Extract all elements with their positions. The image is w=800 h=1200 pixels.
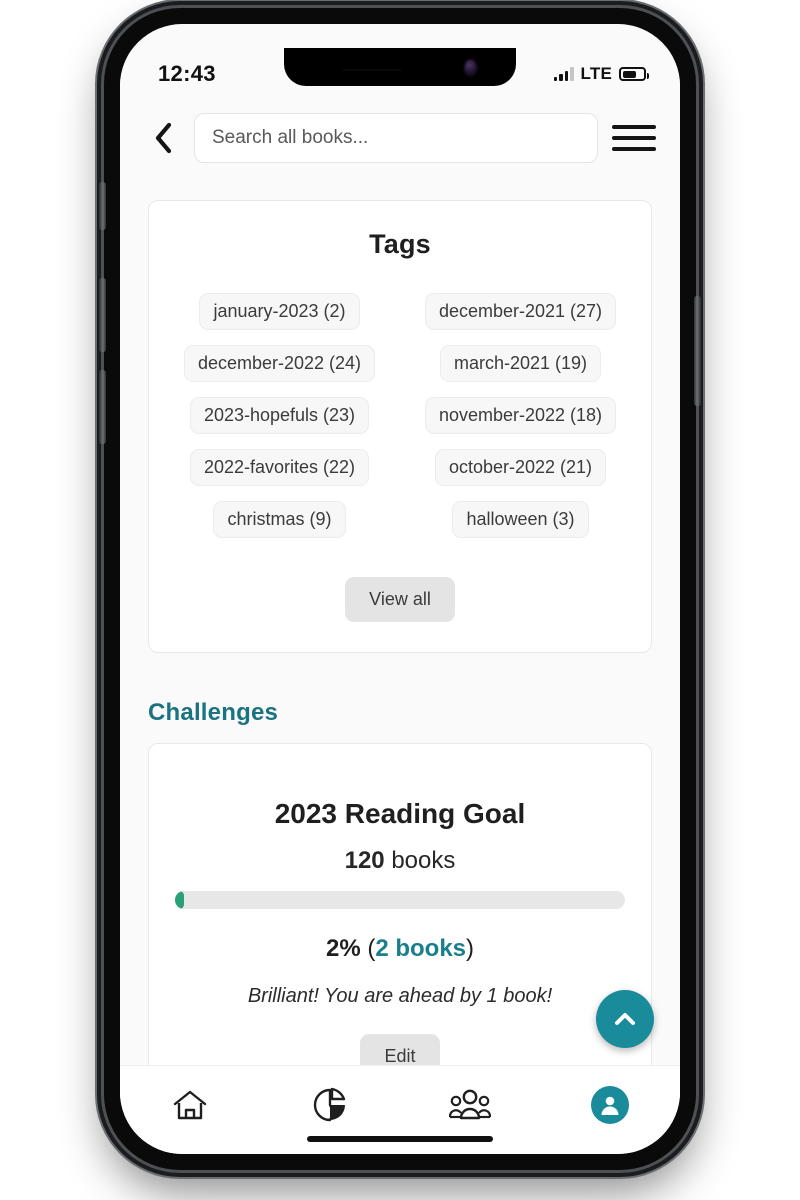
back-button[interactable] xyxy=(146,117,180,159)
tag-chip[interactable]: november-2022 (18) xyxy=(424,397,617,434)
volume-up-button[interactable] xyxy=(99,278,106,352)
reading-goal-progress-fill xyxy=(175,891,184,909)
front-camera-icon xyxy=(465,60,476,75)
volume-down-button[interactable] xyxy=(99,370,106,444)
avatar xyxy=(591,1086,629,1124)
reading-goal-title: 2023 Reading Goal xyxy=(274,798,526,829)
silent-switch-button[interactable] xyxy=(99,182,106,230)
reading-goal-target: 120 books xyxy=(175,847,625,875)
search-input[interactable] xyxy=(194,113,598,163)
tag-chip[interactable]: christmas (9) xyxy=(213,501,346,538)
reading-goal-books-read-link[interactable]: 2 books xyxy=(375,935,466,962)
reading-goal-message: Brilliant! You are ahead by 1 book! xyxy=(247,985,553,1007)
reading-goal-percent-row: 2% (2 books) xyxy=(175,935,625,963)
tags-card: Tags january-2023 (2) december-2021 (27)… xyxy=(148,200,652,653)
device-notch xyxy=(284,48,516,86)
earpiece-speaker-icon xyxy=(342,69,402,71)
phone-screen: 12:43 LTE Search all books... Tags janua… xyxy=(120,24,680,1154)
tags-card-title: Tags xyxy=(369,229,431,259)
nav-home[interactable] xyxy=(152,1080,228,1130)
user-profile-icon xyxy=(601,1096,619,1115)
nav-stats[interactable] xyxy=(292,1080,368,1130)
status-time: 12:43 xyxy=(158,61,216,86)
app-header xyxy=(120,94,680,182)
home-indicator xyxy=(307,1136,493,1142)
network-label: LTE xyxy=(580,64,612,83)
tag-chip[interactable]: 2023-hopefuls (23) xyxy=(189,397,370,434)
scroll-content[interactable]: Tags january-2023 (2) december-2021 (27)… xyxy=(120,182,680,1066)
nav-profile[interactable] xyxy=(572,1080,648,1130)
edit-goal-wrapper: Edit xyxy=(175,1034,625,1066)
scroll-to-top-button[interactable] xyxy=(596,990,654,1048)
chevron-up-icon xyxy=(615,1013,635,1025)
status-indicators: LTE xyxy=(553,64,649,84)
paren-close: ) xyxy=(466,935,475,962)
chevron-left-icon xyxy=(155,122,172,154)
reading-goal-percent: 2% xyxy=(325,935,361,962)
search-field-wrapper xyxy=(194,113,598,163)
reading-goal-card: 2023 Reading Goal 120 books 2% (2 books)… xyxy=(148,743,652,1066)
tag-chip[interactable]: halloween (3) xyxy=(452,501,589,538)
nav-community[interactable] xyxy=(432,1080,508,1130)
tags-grid: january-2023 (2) december-2021 (27) dece… xyxy=(165,293,635,538)
screenshot-stage: 12:43 LTE Search all books... Tags janua… xyxy=(0,0,800,1200)
tag-chip[interactable]: december-2022 (24) xyxy=(183,345,376,382)
reading-goal-target-unit: books xyxy=(391,847,456,874)
signal-bars-icon xyxy=(553,67,574,81)
tag-chip[interactable]: 2022-favorites (22) xyxy=(189,449,370,486)
tag-chip[interactable]: january-2023 (2) xyxy=(199,293,360,330)
view-all-wrapper: View all xyxy=(165,577,635,622)
tag-chip[interactable]: december-2021 (27) xyxy=(424,293,617,330)
power-button[interactable] xyxy=(694,296,701,406)
edit-goal-button[interactable]: Edit xyxy=(360,1034,440,1066)
view-all-tags-button[interactable]: View all xyxy=(345,577,455,622)
battery-icon xyxy=(619,67,649,81)
reading-goal-target-number: 120 xyxy=(344,847,385,874)
pie-chart-icon xyxy=(313,1087,346,1122)
reading-goal-progress-bar xyxy=(175,891,625,909)
home-icon xyxy=(173,1090,207,1120)
challenges-section-heading: Challenges xyxy=(148,699,279,726)
tag-chip[interactable]: october-2022 (21) xyxy=(434,449,607,486)
people-group-icon xyxy=(448,1089,492,1120)
hamburger-menu-icon xyxy=(612,125,656,129)
tag-chip[interactable]: march-2021 (19) xyxy=(439,345,602,382)
hamburger-menu-button[interactable] xyxy=(612,116,656,160)
